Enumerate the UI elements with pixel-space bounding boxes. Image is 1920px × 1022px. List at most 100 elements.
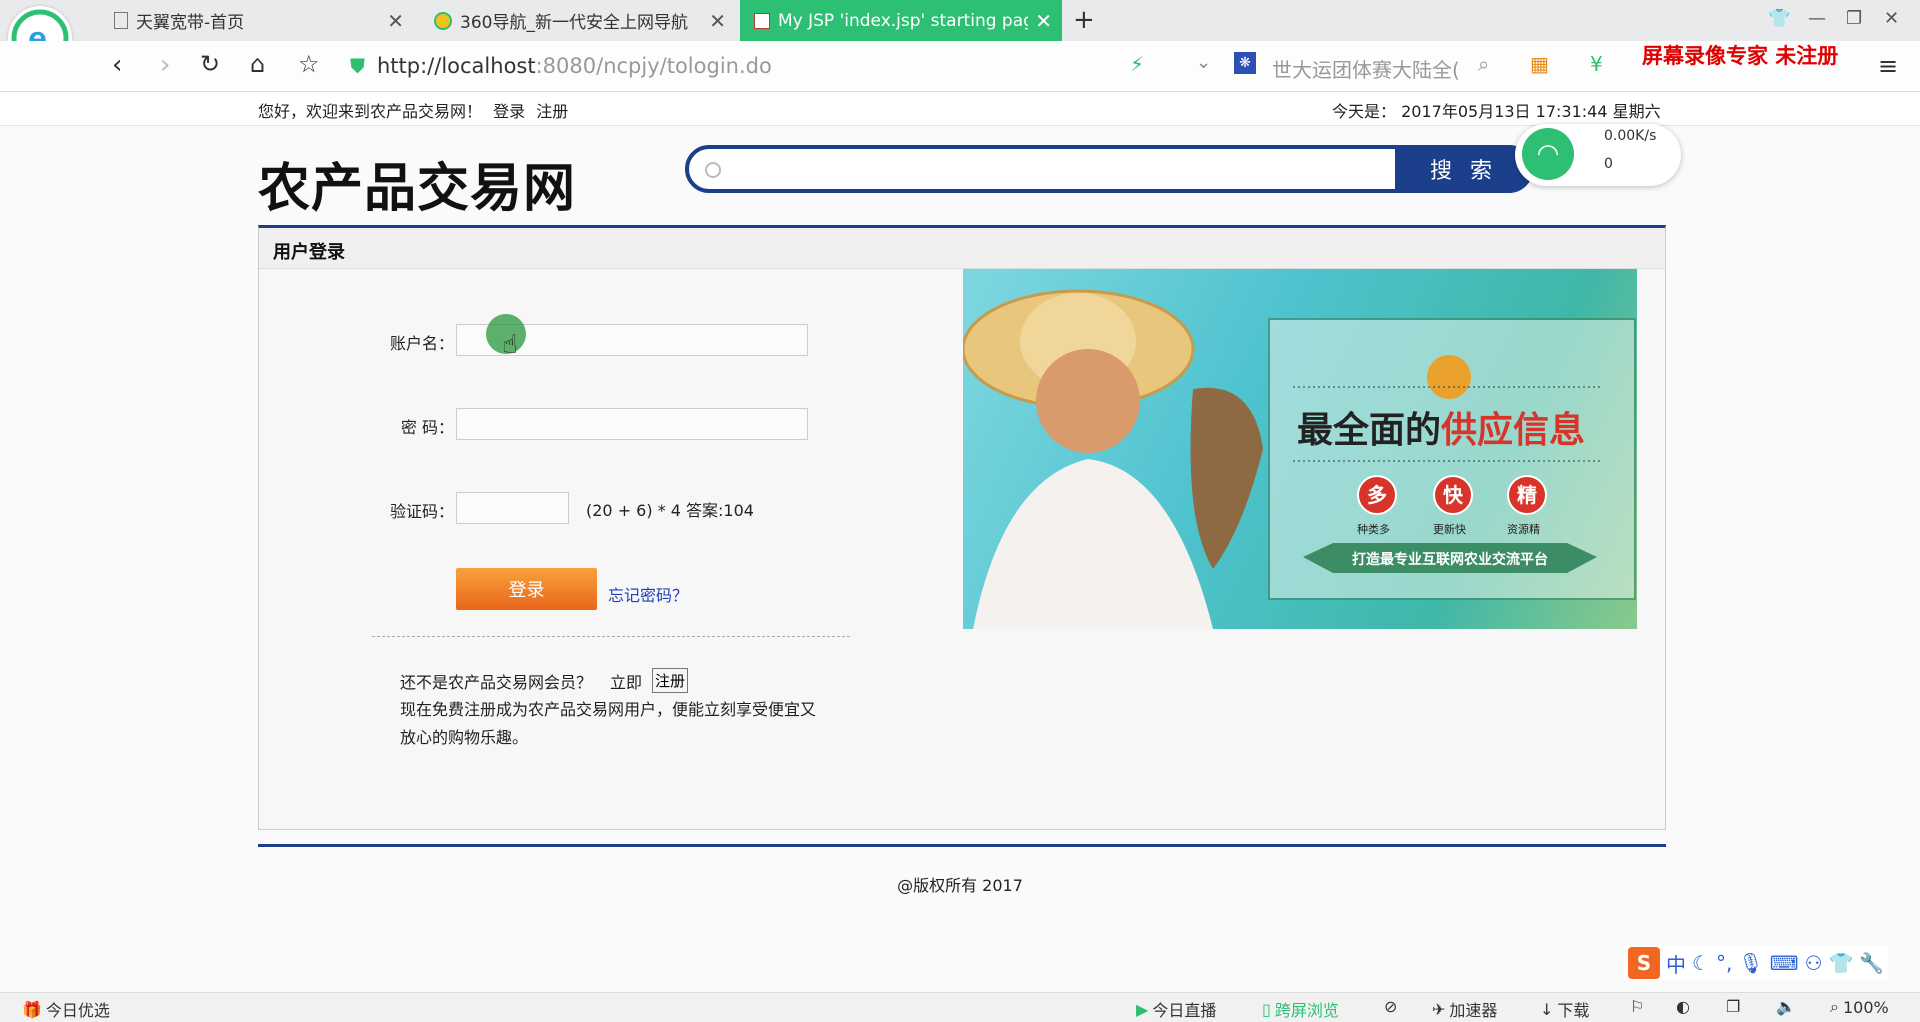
home-icon[interactable]: ⌂ [250,50,265,78]
now-text: 立即 [610,672,643,692]
captcha-label: 验证码： [389,502,454,521]
login-button[interactable]: 登录 [456,568,597,610]
register-prompt: 还不是农产品交易网会员？ 立即 注册 [400,668,689,693]
search-button[interactable]: 搜 索 [1395,145,1533,193]
not-member-text: 还不是农产品交易网会员？ [400,672,593,692]
wallet-icon[interactable]: ¥ [1590,52,1603,76]
register-button[interactable]: 注册 [652,668,689,693]
site-search-input[interactable] [728,152,1417,188]
restore-icon[interactable]: ❐ [1846,8,1862,29]
apps-icon[interactable]: ▦ [1530,52,1549,76]
zoom-control[interactable]: ⌕ 100% [1830,997,1889,1017]
tab-title: 天翼宽带-首页 [136,13,245,33]
paw-icon: ❋ [1234,52,1256,74]
360-logo-icon [434,11,452,30]
star-icon[interactable]: ☆ [298,50,320,78]
download-icon: ↓ [1540,999,1554,1019]
url-path: :8080/ncpjy/tologin.do [535,54,772,78]
page-icon [114,12,128,29]
badge-char: 快 [1433,475,1473,515]
date-label: 今天是： [1332,102,1397,121]
accelerator-label: 加速器 [1449,1001,1498,1020]
minimize-icon[interactable]: — [1808,8,1826,29]
panel-title: 用户登录 [273,242,345,263]
phone-icon: ▯ [1262,999,1271,1019]
close-icon[interactable]: ✕ [387,9,404,33]
forgot-password-link[interactable]: 忘记密码？ [608,582,688,606]
user-icon[interactable]: ⚇ [1805,951,1823,975]
password-label: 密 码： [400,418,454,437]
close-window-icon[interactable]: ✕ [1884,8,1899,29]
welcome-text: 您好，欢迎来到农产品交易网！ [258,102,483,121]
search-icon [705,162,721,178]
tab-title: My JSP 'index.jsp' starting pag [778,10,1028,31]
tab-1[interactable]: 天翼宽带-首页 ✕ [100,0,414,41]
back-icon[interactable]: ‹ [112,50,122,80]
play-icon: ▶ [1136,999,1149,1019]
register-description: 现在免费注册成为农产品交易网用户，便能立刻享受便宜又放心的购物乐趣。 [400,700,817,747]
network-count: 0 [1604,156,1613,172]
captcha-input[interactable] [456,492,569,524]
url-host: http://localhost [377,54,536,78]
date-value: 2017年05月13日 17:31:44 星期六 [1401,102,1661,121]
new-tab-button[interactable]: + [1073,5,1095,35]
search-icon[interactable]: ⌕ [1478,52,1489,76]
download-label: 下载 [1557,1001,1590,1020]
volume-icon[interactable]: 🔈 [1776,997,1796,1016]
banner-ribbon: 打造最专业互联网农业交流平台 [1352,552,1548,568]
live-label: 今日直播 [1152,1001,1217,1020]
shield-icon: ⛊ [350,54,365,78]
date-display: 今天是： 2017年05月13日 17:31:44 星期六 [1332,98,1661,122]
settings-circle-icon[interactable]: ⊘ [1384,997,1397,1016]
close-icon[interactable]: ✕ [1035,9,1052,33]
close-icon[interactable]: ✕ [709,9,726,33]
banner-headline: 最全面的供应信息 [1297,401,1585,453]
ime-lang[interactable]: 中 [1666,949,1686,978]
footer-rule [258,844,1666,847]
site-logo[interactable]: 农产品交易网 [258,146,576,221]
accelerator-button[interactable]: ✈ 加速器 [1432,997,1497,1021]
live-button[interactable]: ▶ 今日直播 [1136,997,1216,1021]
punctuation-icon[interactable]: °, [1716,951,1732,975]
recorder-watermark: 屏幕录像专家 未注册 [1642,44,1839,68]
login-link[interactable]: 登录 [493,102,525,121]
address-bar[interactable]: ⛊ http://localhost :8080/ncpjy/tologin.d… [350,50,1430,82]
password-input[interactable] [456,408,808,440]
flag-icon[interactable]: ⚐ [1630,997,1644,1016]
browser-search-input[interactable]: 世大运团体赛大陆全( [1272,54,1460,83]
wrench-icon[interactable]: 🔧 [1859,951,1884,975]
chevron-down-icon[interactable]: ⌄ [1196,52,1211,73]
daily-picks[interactable]: 🎁 今日优选 [22,997,110,1021]
tab-3[interactable]: My JSP 'index.jsp' starting pag ✕ [740,0,1062,41]
reload-icon[interactable]: ↻ [200,50,220,78]
window-icon[interactable]: ❐ [1726,997,1740,1016]
keyboard-icon[interactable]: ⌨ [1770,951,1799,975]
badge-char: 多 [1357,475,1397,515]
register-link[interactable]: 注册 [536,102,568,121]
tab-2[interactable]: 360导航_新一代安全上网导航 ✕ [420,0,736,41]
dashed-divider [372,636,850,637]
skin-icon[interactable]: 👕 [1768,8,1790,29]
cross-screen-label: 跨屏浏览 [1274,1001,1339,1020]
lightning-icon[interactable]: ⚡ [1130,52,1144,76]
tab-title: 360导航_新一代安全上网导航 [460,13,688,33]
badge-caption: 资源精 [1507,523,1540,536]
download-button[interactable]: ↓ 下载 [1540,997,1589,1021]
network-speed: 0.00K/s [1604,128,1657,144]
ime-toolbar[interactable]: S 中 ☾ °, 🎙 ⌨ ⚇ 👕 🔧 [1624,946,1889,980]
username-label: 账户名： [389,334,454,353]
zoom-value: 100% [1842,997,1889,1017]
welcome-bar: 您好，欢迎来到农产品交易网！ 登录 注册 [258,98,574,122]
shirt-icon[interactable]: 👕 [1829,951,1854,975]
cross-screen-button[interactable]: ▯ 跨屏浏览 [1262,997,1339,1021]
menu-icon[interactable]: ≡ [1878,52,1898,80]
banner-headline-b: 供应信息 [1441,410,1586,451]
moon-icon[interactable]: ☾ [1692,951,1710,975]
badge-char: 精 [1507,475,1547,515]
badge: 精 资源精 [1507,475,1637,537]
browser-mode-icon[interactable]: ◐ [1676,997,1690,1016]
hand-cursor-icon: ☝ [502,330,518,360]
forward-icon[interactable]: › [160,50,170,80]
wifi-icon: ◠ [1522,128,1574,180]
microphone-icon[interactable]: 🎙 [1738,951,1763,975]
